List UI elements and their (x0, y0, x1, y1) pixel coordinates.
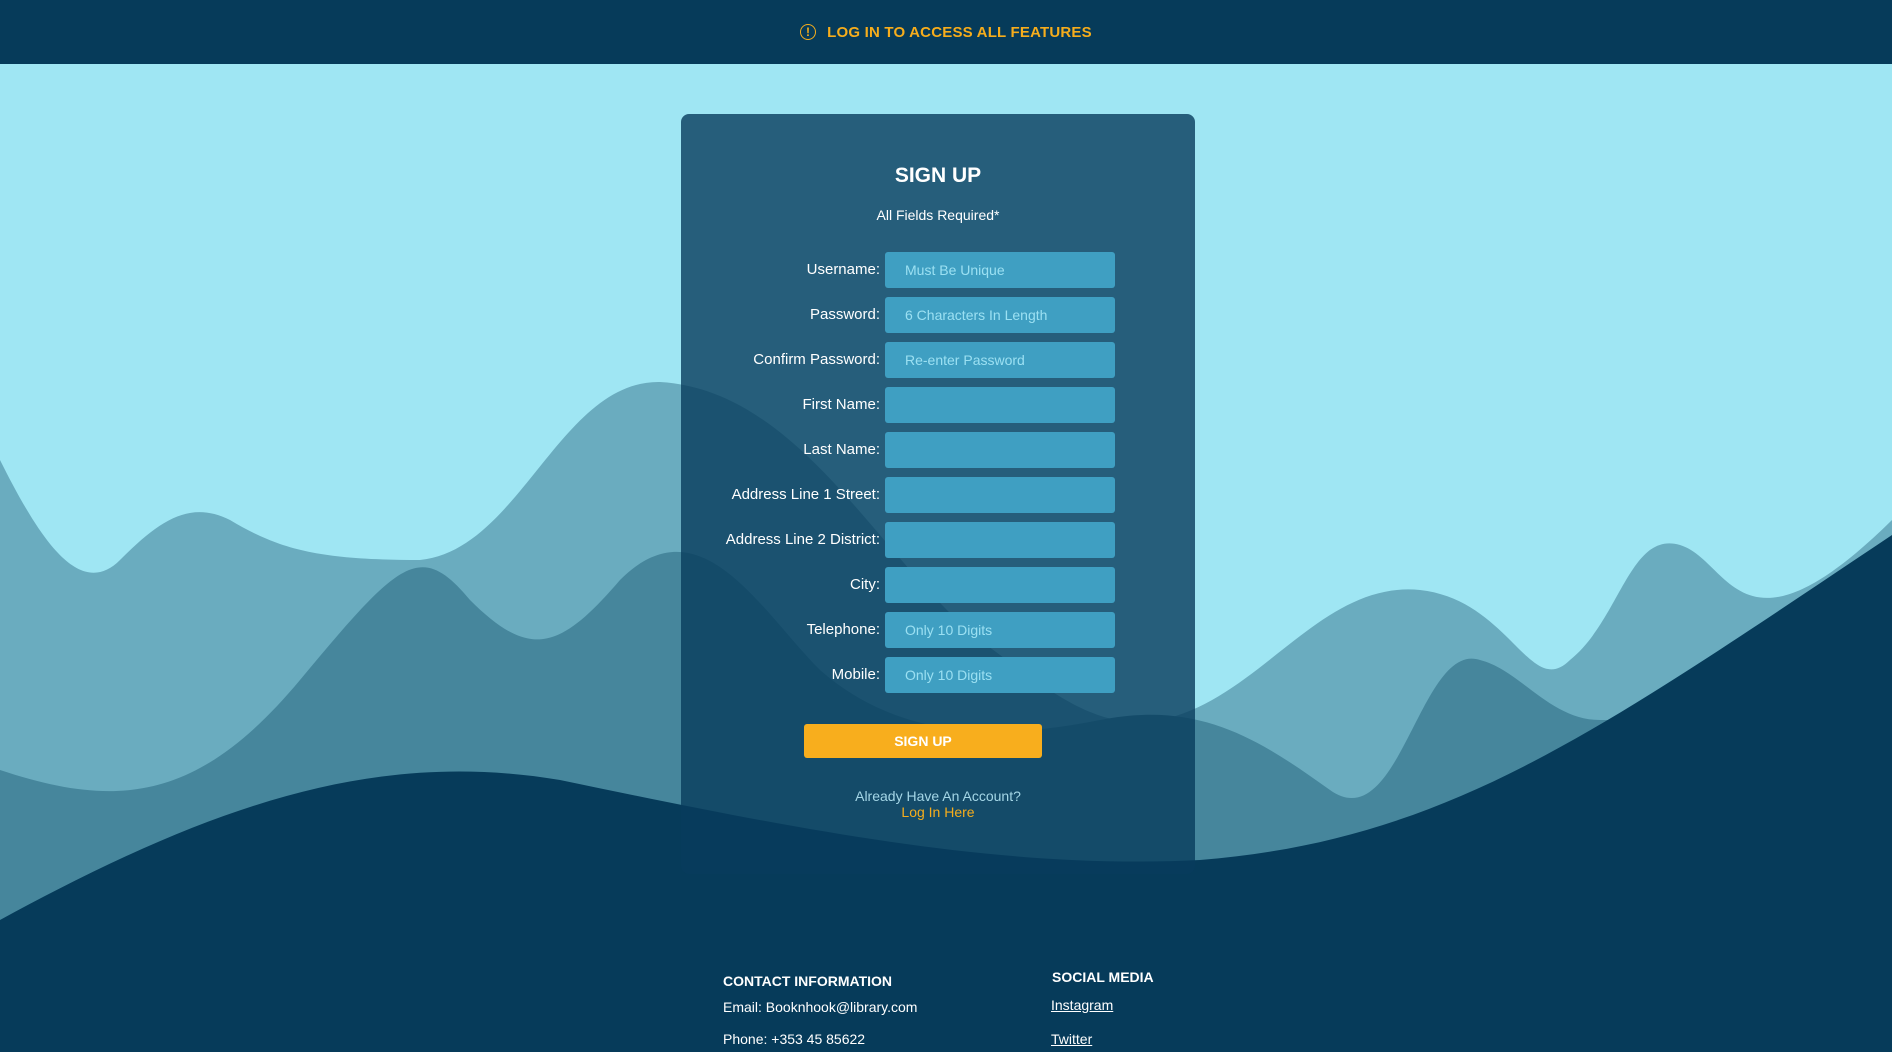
telephone-input[interactable] (885, 612, 1115, 648)
banner-text: LOG IN TO ACCESS ALL FEATURES (827, 23, 1092, 41)
field-row-first-name: First Name: (681, 387, 1195, 423)
form-subtitle: All Fields Required* (876, 207, 1000, 223)
mobile-input[interactable] (885, 657, 1115, 693)
contact-heading: CONTACT INFORMATION (723, 973, 893, 989)
field-row-mobile: Mobile: (681, 657, 1195, 693)
field-row-last-name: Last Name: (681, 432, 1195, 468)
address-line-1-input[interactable] (885, 477, 1115, 513)
instagram-link[interactable]: Instagram (1051, 997, 1113, 1013)
last-name-label: Last Name: (803, 441, 880, 458)
field-row-confirm-password: Confirm Password: (681, 342, 1195, 378)
field-row-address-1: Address Line 1 Street: (681, 477, 1195, 513)
signup-card: SIGN UP All Fields Required* Username: P… (681, 114, 1195, 874)
password-label: Password: (809, 306, 880, 323)
contact-phone: Phone: +353 45 85622 (723, 1031, 866, 1047)
field-row-telephone: Telephone: (681, 612, 1195, 648)
signup-button[interactable]: SIGN UP (804, 724, 1042, 758)
form-title: SIGN UP (894, 164, 982, 187)
city-input[interactable] (885, 567, 1115, 603)
address-line-1-label: Address Line 1 Street: (731, 486, 880, 503)
first-name-input[interactable] (885, 387, 1115, 423)
confirm-password-label: Confirm Password: (753, 351, 880, 368)
login-banner: ! LOG IN TO ACCESS ALL FEATURES (0, 0, 1892, 64)
first-name-label: First Name: (802, 396, 880, 413)
already-have-account-text: Already Have An Account? (855, 788, 1021, 804)
field-row-username: Username: (681, 252, 1195, 288)
confirm-password-input[interactable] (885, 342, 1115, 378)
twitter-link[interactable]: Twitter (1051, 1031, 1092, 1047)
warning-circle-icon: ! (800, 24, 817, 40)
username-label: Username: (806, 261, 880, 278)
mobile-label: Mobile: (831, 666, 880, 683)
city-label: City: (850, 576, 880, 593)
contact-email: Email: Booknhook@library.com (723, 999, 918, 1015)
social-heading: SOCIAL MEDIA (1052, 969, 1154, 985)
last-name-input[interactable] (885, 432, 1115, 468)
password-input[interactable] (885, 297, 1115, 333)
username-input[interactable] (885, 252, 1115, 288)
field-row-password: Password: (681, 297, 1195, 333)
address-line-2-input[interactable] (885, 522, 1115, 558)
telephone-label: Telephone: (806, 621, 880, 638)
login-link[interactable]: Log In Here (681, 804, 1195, 820)
field-row-address-2: Address Line 2 District: (681, 522, 1195, 558)
field-row-city: City: (681, 567, 1195, 603)
address-line-2-label: Address Line 2 District: (725, 531, 880, 548)
